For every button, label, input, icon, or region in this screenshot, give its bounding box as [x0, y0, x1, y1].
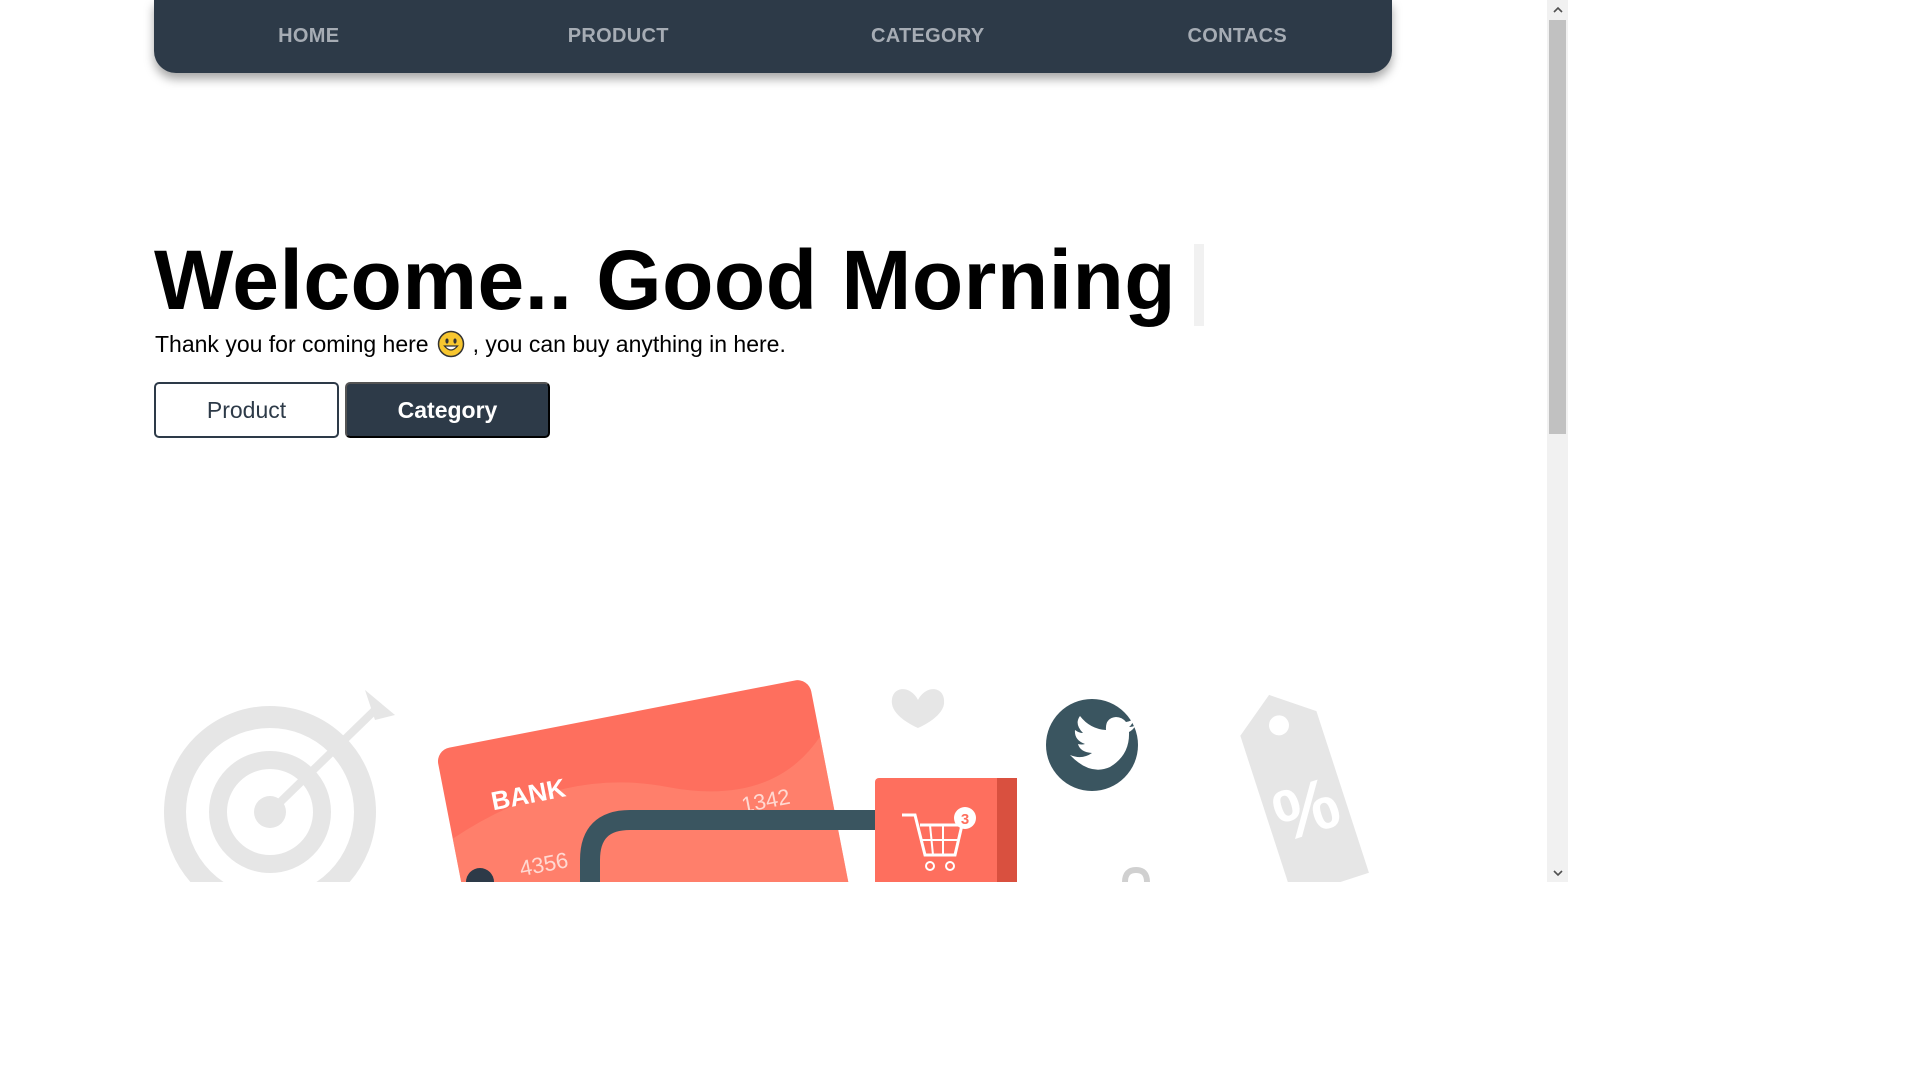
nav-category-link[interactable]: CATEGORY: [773, 25, 1083, 48]
nav-home-link[interactable]: HOME: [154, 25, 464, 48]
category-button[interactable]: Category: [345, 382, 550, 438]
shopping-illustration: BANK 4356 1342 3 %: [164, 680, 1369, 882]
nav-contacs-link[interactable]: CONTACS: [1083, 25, 1393, 48]
nav-product-link[interactable]: PRODUCT: [464, 25, 774, 48]
percent-tag-icon: %: [1240, 694, 1369, 882]
cart-badge-count: 3: [961, 811, 969, 828]
product-button[interactable]: Product: [154, 382, 339, 438]
target-icon: [164, 690, 395, 882]
twitter-icon: [1046, 699, 1138, 791]
scrollbar-thumb[interactable]: [1549, 20, 1566, 434]
heart-icon: [891, 689, 945, 728]
subtitle-text-after: , you can buy anything in here.: [472, 330, 786, 357]
location-pin-icon: [1122, 866, 1150, 882]
bank-card-icon: BANK 4356 1342: [437, 680, 855, 882]
vertical-scrollbar[interactable]: [1547, 0, 1568, 882]
hero-title: Welcome.. Good Morning: [154, 233, 1177, 327]
top-navbar: HOME PRODUCT CATEGORY CONTACS: [154, 0, 1392, 73]
typing-caret: [1194, 244, 1204, 326]
grinning-face-icon: [437, 330, 464, 358]
scroll-up-icon[interactable]: [1547, 0, 1568, 18]
scroll-down-icon[interactable]: [1547, 864, 1568, 882]
subtitle-text-before: Thank you for coming here: [155, 330, 429, 357]
shopping-cart-icon: 3: [875, 778, 1017, 882]
hero-subtitle: Thank you for coming here , you can buy …: [155, 330, 786, 358]
